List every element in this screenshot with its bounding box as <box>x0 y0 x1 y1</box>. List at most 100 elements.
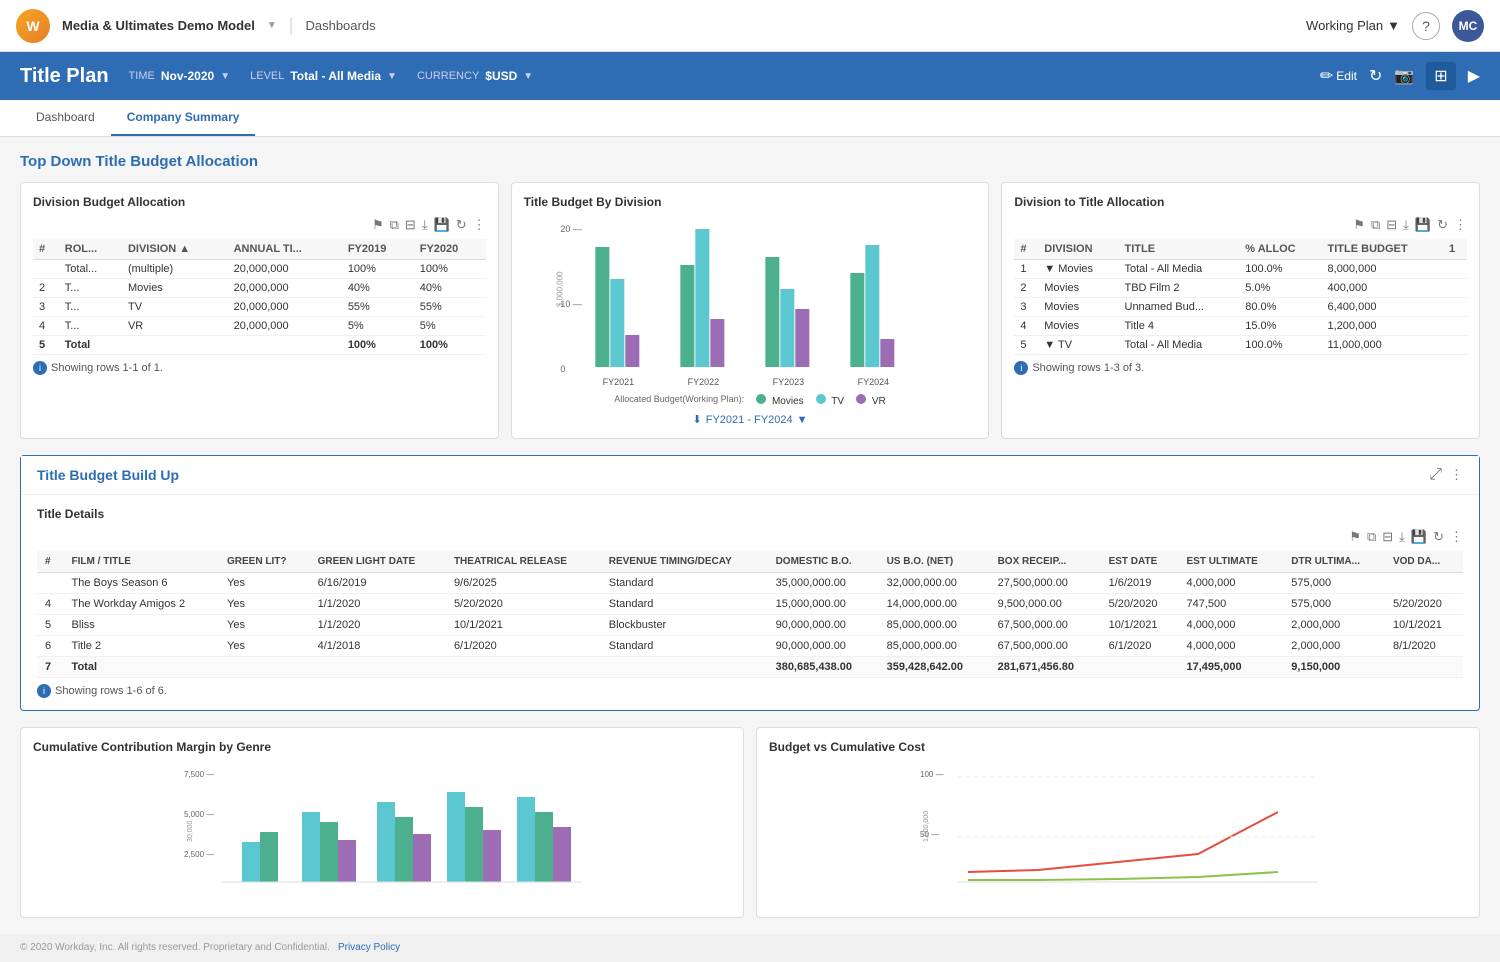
refresh-icon[interactable]: ↻ <box>456 217 467 233</box>
table-row: 2 T... Movies 20,000,000 40% 40% <box>33 279 486 298</box>
expand-icon[interactable]: ⤢ <box>1429 466 1442 484</box>
division-title-title: Division to Title Allocation <box>1014 195 1467 209</box>
save-icon3[interactable]: 💾 <box>1411 529 1427 545</box>
level-label: LEVEL <box>250 70 284 82</box>
edit-button[interactable]: ✏ Edit <box>1320 66 1357 86</box>
grid-button[interactable]: ⊞ <box>1426 62 1455 90</box>
division-budget-table-wrapper: # ROL... DIVISION ▲ ANNUAL TI... FY2019 … <box>33 239 486 355</box>
col-annual: ANNUAL TI... <box>228 239 342 260</box>
build-up-table: # FILM / TITLE GREEN LIT? GREEN LIGHT DA… <box>37 551 1463 678</box>
division-budget-info: i Showing rows 1-1 of 1. <box>33 361 486 375</box>
refresh-icon3[interactable]: ↻ <box>1433 529 1444 545</box>
time-range-selector[interactable]: ⬇ FY2021 - FY2024 ▼ <box>524 413 977 426</box>
table-row-total: 5 Total 100% 100% <box>33 336 486 355</box>
save-icon2[interactable]: 💾 <box>1415 217 1431 233</box>
build-up-inner-title: Title Details <box>37 507 1463 521</box>
svg-text:FY2024: FY2024 <box>857 377 889 387</box>
info-icon3: i <box>37 684 51 698</box>
build-up-table-wrapper: # FILM / TITLE GREEN LIT? GREEN LIGHT DA… <box>37 551 1463 678</box>
export-icon[interactable]: ⤓ <box>422 217 428 233</box>
tab-company-summary[interactable]: Company Summary <box>111 100 256 136</box>
svg-text:5,000 —: 5,000 — <box>184 810 214 819</box>
budget-cost-chart: 100 — 50 — 1,000,000 <box>769 762 1467 902</box>
model-name[interactable]: Media & Ultimates Demo Model <box>62 18 255 33</box>
nav-divider: | <box>289 15 294 36</box>
model-dropdown-arrow[interactable]: ▼ <box>267 20 277 31</box>
filter-icon3[interactable]: ⚑ <box>1349 529 1361 545</box>
col-division: DIVISION ▲ <box>122 239 228 260</box>
title-budget-division-card: Title Budget By Division 20 — 10 — 0 $,0… <box>511 182 990 439</box>
table-row: 3 T... TV 20,000,000 55% 55% <box>33 298 486 317</box>
user-avatar[interactable]: MC <box>1452 10 1484 42</box>
col-num: # <box>33 239 59 260</box>
legend-vr: VR <box>856 394 886 407</box>
more-icon4[interactable]: ⋮ <box>1450 529 1463 545</box>
refresh-button[interactable]: ↻ <box>1369 66 1382 86</box>
svg-text:FY2021: FY2021 <box>602 377 634 387</box>
contribution-margin-title: Cumulative Contribution Margin by Genre <box>33 740 731 754</box>
camera-button[interactable]: 📷 <box>1394 66 1414 86</box>
header-bar: Title Plan TIME Nov-2020 ▼ LEVEL Total -… <box>0 52 1500 100</box>
svg-text:100 —: 100 — <box>920 770 944 779</box>
cards-row: Division Budget Allocation ⚑ ⧉ ⊟ ⤓ 💾 ↻ ⋮… <box>20 182 1480 439</box>
top-nav-right: Working Plan ▼ ? MC <box>1306 10 1484 42</box>
refresh-icon2[interactable]: ↻ <box>1437 217 1448 233</box>
delete-icon2[interactable]: ⊟ <box>1386 217 1397 233</box>
info-icon: i <box>33 361 47 375</box>
bar-chart-svg: 20 — 10 — 0 $,000,000 FY2021 FY2022 <box>524 217 977 387</box>
export-icon3[interactable]: ⤓ <box>1399 529 1405 545</box>
video-button[interactable]: ▶ <box>1468 66 1480 86</box>
dashboards-link[interactable]: Dashboards <box>305 18 375 33</box>
svg-text:1,000,000: 1,000,000 <box>923 811 930 842</box>
info-icon2: i <box>1014 361 1028 375</box>
division-budget-table: # ROL... DIVISION ▲ ANNUAL TI... FY2019 … <box>33 239 486 355</box>
contribution-margin-card: Cumulative Contribution Margin by Genre … <box>20 727 744 918</box>
legend-tv: TV <box>816 394 844 407</box>
svg-text:$,000,000: $,000,000 <box>555 271 564 307</box>
delete-icon3[interactable]: ⊟ <box>1382 529 1393 545</box>
copy-icon2[interactable]: ⧉ <box>1371 217 1380 233</box>
svg-text:FY2022: FY2022 <box>687 377 719 387</box>
export-icon2[interactable]: ⤓ <box>1403 217 1409 233</box>
tab-dashboard[interactable]: Dashboard <box>20 100 111 136</box>
more-icon[interactable]: ⋮ <box>473 217 486 233</box>
currency-arrow: ▼ <box>523 71 533 82</box>
more-icon2[interactable]: ⋮ <box>1454 217 1467 233</box>
table-row: 4 Movies Title 4 15.0% 1,200,000 <box>1014 317 1467 336</box>
top-nav-left: W Media & Ultimates Demo Model ▼ | Dashb… <box>16 9 376 43</box>
save-icon[interactable]: 💾 <box>434 217 450 233</box>
title-budget-chart: 20 — 10 — 0 $,000,000 FY2021 FY2022 <box>524 217 977 390</box>
svg-text:FY2023: FY2023 <box>772 377 804 387</box>
division-title-table-wrapper: # DIVISION TITLE % ALLOC TITLE BUDGET 1 … <box>1014 239 1467 355</box>
table-row: 3 Movies Unnamed Bud... 80.0% 6,400,000 <box>1014 298 1467 317</box>
filter-icon2[interactable]: ⚑ <box>1353 217 1365 233</box>
table-row: 5 Bliss Yes 1/1/2020 10/1/2021 Blockbust… <box>37 615 1463 636</box>
division-title-table: # DIVISION TITLE % ALLOC TITLE BUDGET 1 … <box>1014 239 1467 355</box>
build-up-title: Title Budget Build Up <box>37 467 179 483</box>
svg-text:20 —: 20 — <box>560 224 582 234</box>
delete-icon[interactable]: ⊟ <box>405 217 416 233</box>
header-left: Title Plan TIME Nov-2020 ▼ LEVEL Total -… <box>20 65 533 88</box>
currency-label: CURRENCY <box>417 70 479 82</box>
chart-legend: Allocated Budget(Working Plan): Movies T… <box>524 394 977 407</box>
filter-icon[interactable]: ⚑ <box>372 217 384 233</box>
build-up-icons: ⤢ ⋮ <box>1429 466 1463 484</box>
working-plan-button[interactable]: Working Plan ▼ <box>1306 18 1400 33</box>
build-up-content: Title Details ⚑ ⧉ ⊟ ⤓ 💾 ↻ ⋮ # FILM / TIT… <box>21 494 1479 710</box>
time-filter[interactable]: TIME Nov-2020 ▼ <box>129 69 231 83</box>
privacy-policy-link[interactable]: Privacy Policy <box>338 942 400 953</box>
copy-icon3[interactable]: ⧉ <box>1367 529 1376 545</box>
level-filter[interactable]: LEVEL Total - All Media ▼ <box>250 69 397 83</box>
help-button[interactable]: ? <box>1412 12 1440 40</box>
level-arrow: ▼ <box>387 71 397 82</box>
more-icon3[interactable]: ⋮ <box>1450 466 1463 484</box>
division-title-info: i Showing rows 1-3 of 3. <box>1014 361 1467 375</box>
budget-cost-card: Budget vs Cumulative Cost 100 — 50 — 1,0… <box>756 727 1480 918</box>
build-up-toolbar: ⚑ ⧉ ⊟ ⤓ 💾 ↻ ⋮ <box>37 529 1463 545</box>
workday-logo: W <box>16 9 50 43</box>
col-fy2019: FY2019 <box>342 239 414 260</box>
copy-icon[interactable]: ⧉ <box>390 217 399 233</box>
time-arrow: ▼ <box>220 71 230 82</box>
currency-filter[interactable]: CURRENCY $USD ▼ <box>417 69 533 83</box>
svg-text:7,500 —: 7,500 — <box>184 770 214 779</box>
